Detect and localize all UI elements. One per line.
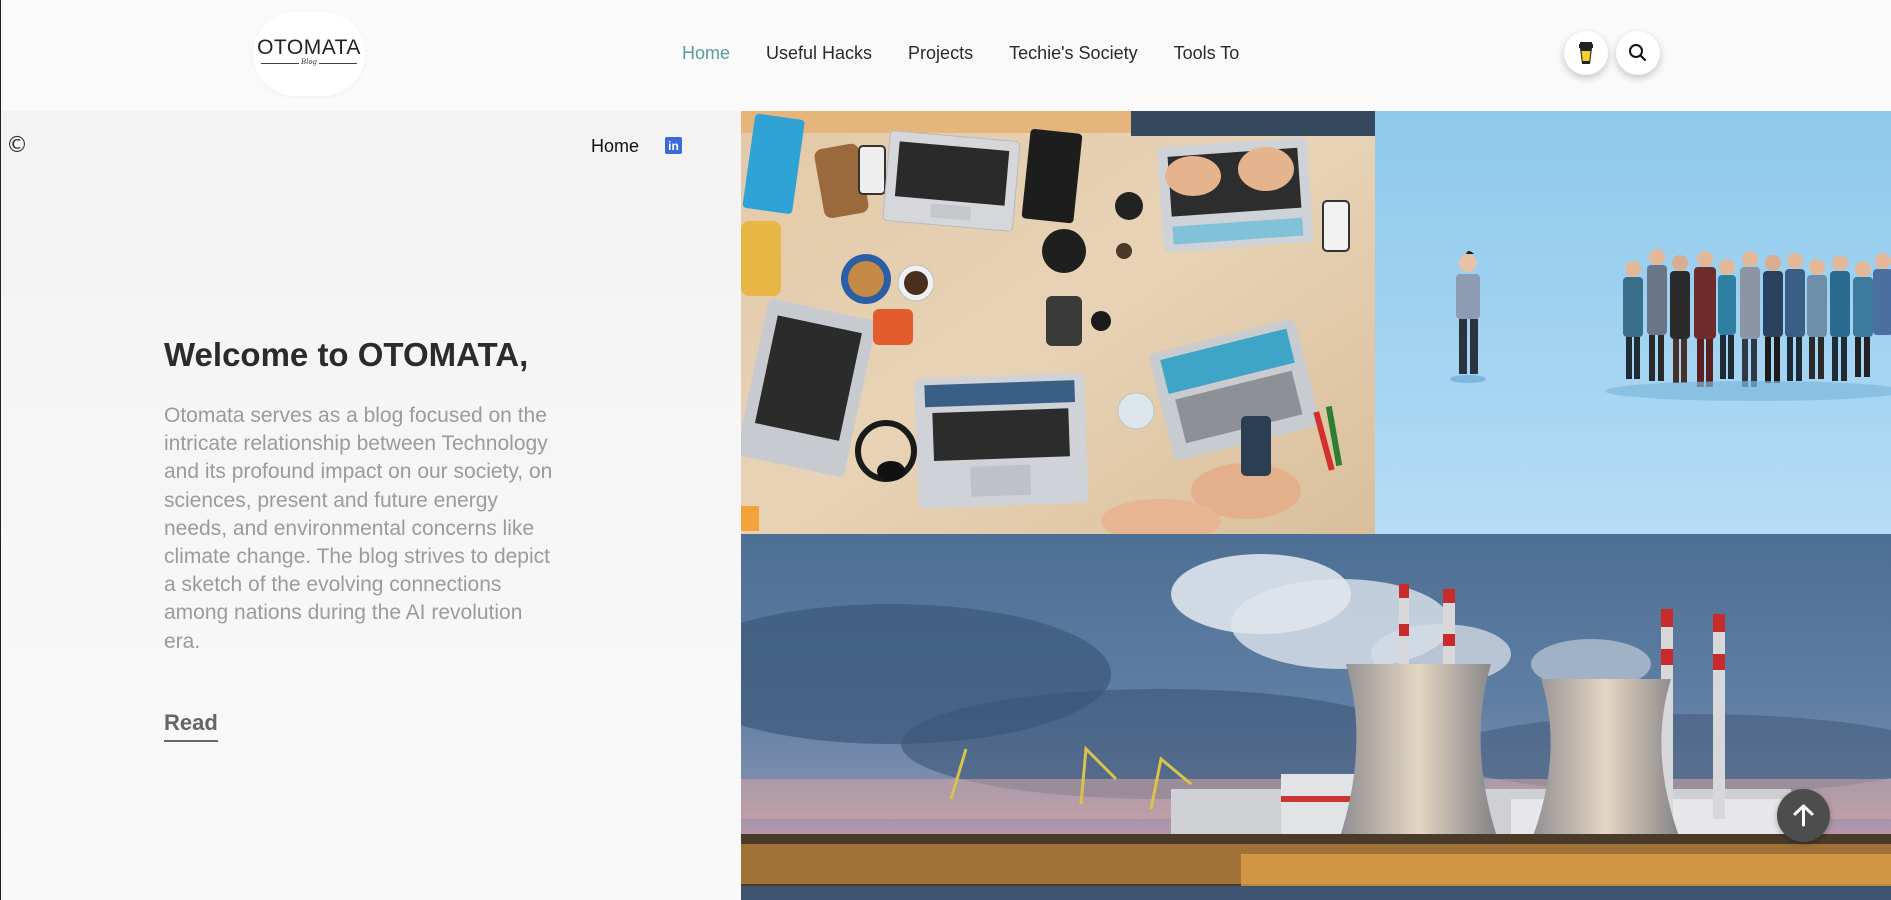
linkedin-icon[interactable]: in (665, 137, 682, 154)
power-plant-photo[interactable] (741, 534, 1891, 900)
hero-title: Welcome to OTOMATA, (164, 336, 529, 373)
nav-item-useful-hacks[interactable]: Useful Hacks (766, 43, 872, 65)
scroll-to-top-button[interactable] (1777, 789, 1830, 842)
desk-laptops-photo[interactable] (741, 111, 1375, 534)
site-header: OTOMATA Blog Home Useful Hacks Projects … (1, 0, 1891, 111)
linkedin-letters: in (668, 139, 679, 153)
read-link[interactable]: Read (164, 710, 218, 742)
main-nav: Home Useful Hacks Projects Techie's Soci… (682, 43, 1275, 65)
logo-rule (319, 63, 357, 64)
logo-text: OTOMATA (257, 36, 361, 59)
figurines-crowd-photo[interactable] (1375, 111, 1891, 534)
breadcrumb-home-link[interactable]: Home (591, 136, 639, 157)
nav-item-projects[interactable]: Projects (908, 43, 973, 65)
buy-coffee-button[interactable] (1564, 31, 1608, 75)
coffee-cup-icon (1579, 42, 1593, 64)
nav-item-tools-to[interactable]: Tools To (1174, 43, 1240, 65)
hero-description: Otomata serves as a blog focused on the … (164, 404, 553, 653)
search-icon (1629, 44, 1647, 62)
site-logo[interactable]: OTOMATA Blog (253, 12, 365, 96)
nav-item-home[interactable]: Home (682, 43, 730, 65)
nav-item-techies-society[interactable]: Techie's Society (1009, 43, 1138, 65)
arrow-up-icon (1793, 804, 1814, 827)
search-button[interactable] (1616, 31, 1660, 75)
logo-subtitle: Blog (300, 58, 318, 66)
copyright-icon: © (6, 133, 28, 158)
